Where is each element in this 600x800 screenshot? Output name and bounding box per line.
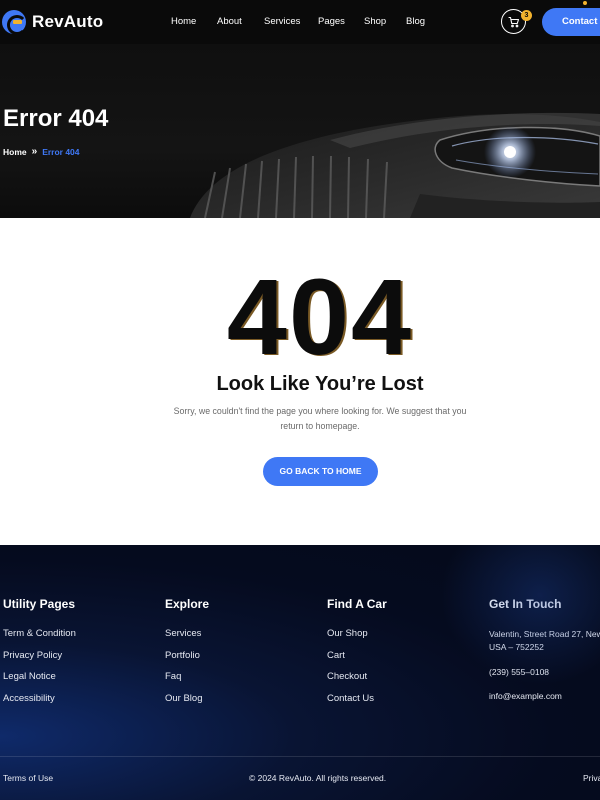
double-chevron-right-icon: »	[31, 146, 38, 157]
footer-email[interactable]: info@example.com	[489, 690, 600, 703]
cart-count-badge: 3	[521, 10, 532, 21]
footer-phone[interactable]: (239) 555–0108	[489, 666, 600, 679]
nav-item-blog[interactable]: Blog	[406, 16, 425, 27]
notification-dot-icon	[582, 0, 588, 6]
breadcrumb-current: Error 404	[42, 146, 80, 157]
go-back-home-button[interactable]: GO BACK TO HOME	[263, 457, 378, 486]
footer-explore-column: Explore Services Portfolio Faq Our Blog	[165, 597, 209, 714]
error-title: Look Like You’re Lost	[216, 373, 424, 395]
footer-privacy-link[interactable]: Privacy	[583, 773, 600, 783]
footer-find-car-column: Find A Car Our Shop Cart Checkout Contac…	[327, 597, 387, 714]
footer-address-line1: Valentin, Street Road 27, New	[489, 629, 600, 639]
contact-us-button[interactable]: Contact Us	[542, 8, 600, 36]
nav-item-shop[interactable]: Shop	[364, 16, 386, 27]
breadcrumb: Home » Error 404	[3, 146, 80, 157]
footer-utility-title: Utility Pages	[3, 597, 76, 611]
page-hero: Error 404 Home » Error 404	[0, 44, 600, 218]
page-title: Error 404	[3, 105, 109, 132]
nav-item-pages[interactable]: Pages	[318, 16, 345, 27]
site-header: RevAuto Home About Services Pages Shop B…	[0, 0, 600, 44]
error-code: 404	[226, 256, 414, 377]
footer-address-line2: USA – 752252	[489, 642, 544, 652]
breadcrumb-home-link[interactable]: Home	[3, 147, 27, 157]
nav-item-about[interactable]: About	[217, 16, 242, 27]
error-message: Sorry, we couldn't find the page you whe…	[173, 406, 467, 431]
nav-item-home[interactable]: Home	[171, 16, 196, 27]
footer-link-faq[interactable]: Faq	[165, 671, 209, 693]
footer-find-car-title: Find A Car	[327, 597, 387, 611]
footer-link-cart[interactable]: Cart	[327, 650, 387, 672]
footer-link-contact-us[interactable]: Contact Us	[327, 693, 387, 715]
footer-link-accessibility[interactable]: Accessibility	[3, 693, 76, 715]
footer-link-terms-condition[interactable]: Term & Condition	[3, 628, 76, 650]
nav-item-services[interactable]: Services	[264, 16, 300, 27]
footer-contact-column: Get In Touch Valentin, Street Road 27, N…	[489, 597, 600, 703]
footer-link-privacy-policy[interactable]: Privacy Policy	[3, 650, 76, 672]
footer-link-legal-notice[interactable]: Legal Notice	[3, 671, 76, 693]
cart-icon	[508, 16, 520, 28]
footer-copyright: © 2024 RevAuto. All rights reserved.	[249, 773, 387, 783]
footer-link-portfolio[interactable]: Portfolio	[165, 650, 209, 672]
footer-link-our-shop[interactable]: Our Shop	[327, 628, 387, 650]
site-footer: Utility Pages Term & Condition Privacy P…	[0, 545, 600, 800]
footer-terms-link[interactable]: Terms of Use	[3, 773, 53, 783]
footer-contact-title: Get In Touch	[489, 597, 562, 611]
footer-utility-column: Utility Pages Term & Condition Privacy P…	[3, 597, 76, 714]
footer-link-our-blog[interactable]: Our Blog	[165, 693, 209, 715]
footer-divider	[0, 756, 600, 757]
footer-explore-title: Explore	[165, 597, 210, 611]
footer-link-services[interactable]: Services	[165, 628, 209, 650]
footer-link-checkout[interactable]: Checkout	[327, 671, 387, 693]
